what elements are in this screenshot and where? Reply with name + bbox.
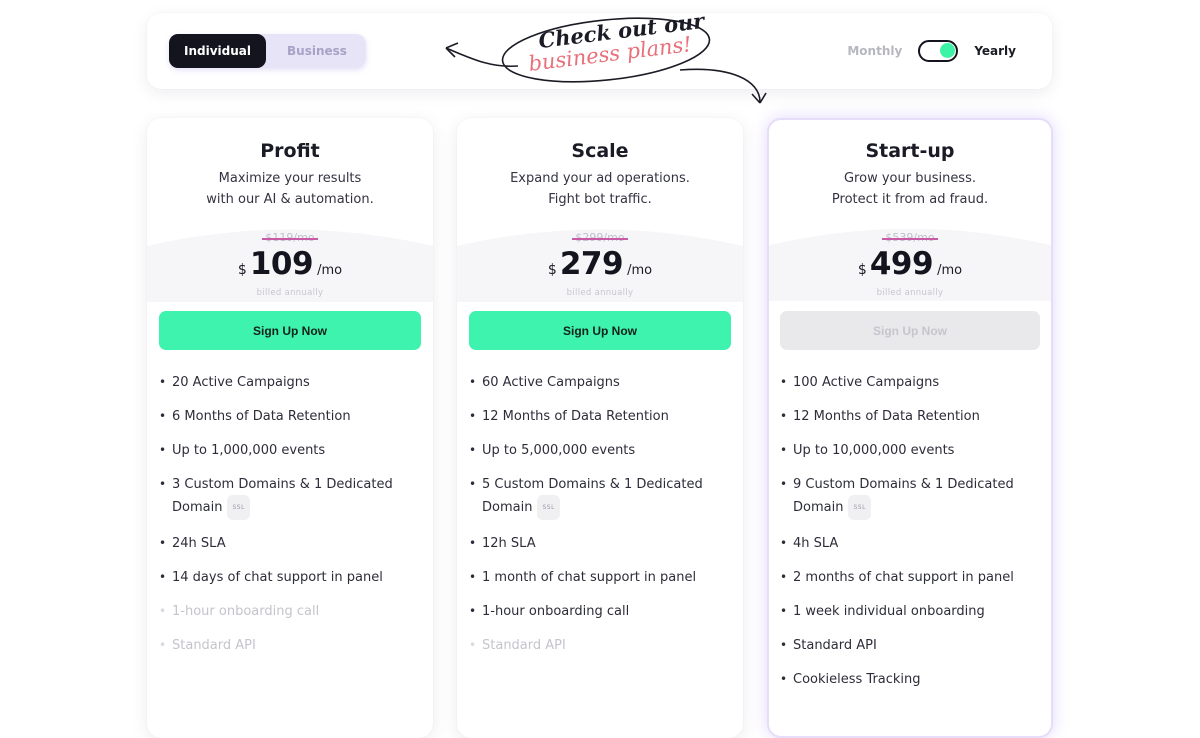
plan-description-line2: Fight bot traffic. xyxy=(548,192,652,207)
feature-item: 1 week individual onboarding xyxy=(780,601,1039,622)
feature-item: 24h SLA xyxy=(159,533,421,554)
sign-up-button[interactable]: Sign Up Now xyxy=(159,311,421,350)
price-period: /mo xyxy=(317,263,343,278)
currency-symbol: $ xyxy=(237,262,247,278)
feature-item: 1 month of chat support in panel xyxy=(469,567,731,588)
feature-text: 9 Custom Domains & 1 Dedicated Domain xyxy=(793,477,1014,515)
plan-description-line2: with our AI & automation. xyxy=(206,192,374,207)
feature-item-unavailable: 1-hour onboarding call xyxy=(159,601,421,622)
billed-note: billed annually xyxy=(876,288,944,298)
billing-switch[interactable] xyxy=(918,40,959,62)
original-price-text: $299/mo xyxy=(575,231,625,244)
billing-period-toggle: Monthly Yearly xyxy=(847,38,1016,64)
feature-item: 60 Active Campaigns xyxy=(469,372,731,393)
monthly-label[interactable]: Monthly xyxy=(847,44,902,58)
feature-item: Up to 10,000,000 events xyxy=(780,440,1039,461)
feature-item-unavailable: Standard API xyxy=(159,635,421,656)
plan-name: Profit xyxy=(260,140,320,162)
individual-tab[interactable]: Individual xyxy=(169,34,266,68)
feature-list: 20 Active Campaigns 6 Months of Data Ret… xyxy=(159,372,421,669)
plan-description-line1: Grow your business. xyxy=(843,171,976,186)
price-amount: 499 xyxy=(869,246,934,282)
original-price-text: $119/mo xyxy=(265,231,315,244)
price: $ 279 /mo xyxy=(457,246,743,282)
feature-item: 4h SLA xyxy=(780,533,1039,554)
original-price-text: $539/mo xyxy=(885,231,935,244)
price-period: /mo xyxy=(937,263,963,278)
feature-text: 5 Custom Domains & 1 Dedicated Domain xyxy=(482,477,703,515)
feature-list: 100 Active Campaigns 12 Months of Data R… xyxy=(780,372,1039,703)
feature-item: 14 days of chat support in panel xyxy=(159,567,421,588)
feature-item: Up to 1,000,000 events xyxy=(159,440,421,461)
ssl-badge: SSL xyxy=(537,495,560,520)
price-amount: 109 xyxy=(249,246,314,282)
feature-item: 9 Custom Domains & 1 Dedicated DomainSSL xyxy=(780,474,1039,520)
plan-card-start-up: Start-up Grow your business. Protect it … xyxy=(767,118,1053,738)
feature-item: 3 Custom Domains & 1 Dedicated DomainSSL xyxy=(159,474,421,520)
feature-item: Standard API xyxy=(780,635,1039,656)
plan-name: Scale xyxy=(571,140,629,162)
ssl-badge: SSL xyxy=(848,495,871,520)
switch-knob xyxy=(940,43,956,58)
plan-description-line2: Protect it from ad fraud. xyxy=(831,192,989,207)
down-arrow-icon xyxy=(679,68,761,103)
feature-item: 100 Active Campaigns xyxy=(780,372,1039,393)
price: $ 499 /mo xyxy=(769,246,1051,282)
feature-item: 12 Months of Data Retention xyxy=(469,406,731,427)
currency-symbol: $ xyxy=(857,262,867,278)
business-tab[interactable]: Business xyxy=(268,34,366,68)
original-price: $539/mo xyxy=(769,231,1051,244)
sign-up-button[interactable]: Sign Up Now xyxy=(469,311,731,350)
price: $ 109 /mo xyxy=(147,246,433,282)
plan-description-line1: Maximize your results xyxy=(218,171,362,186)
billed-note: billed annually xyxy=(566,288,634,298)
plan-card-scale: Scale Expand your ad operations. Fight b… xyxy=(457,118,743,738)
feature-item: 20 Active Campaigns xyxy=(159,372,421,393)
feature-item: 6 Months of Data Retention xyxy=(159,406,421,427)
price-period: /mo xyxy=(627,263,653,278)
feature-item: Cookieless Tracking xyxy=(780,669,1039,690)
ssl-badge: SSL xyxy=(227,495,250,520)
feature-item: 5 Custom Domains & 1 Dedicated DomainSSL xyxy=(469,474,731,520)
yearly-label[interactable]: Yearly xyxy=(974,44,1016,58)
plan-description-line1: Expand your ad operations. xyxy=(510,171,690,186)
original-price: $119/mo xyxy=(147,231,433,244)
price-amount: 279 xyxy=(559,246,624,282)
feature-item: 12h SLA xyxy=(469,533,731,554)
feature-item-unavailable: Standard API xyxy=(469,635,731,656)
plan-type-toggle: Individual Business xyxy=(169,34,366,68)
plan-name: Start-up xyxy=(865,140,955,162)
feature-item: Up to 5,000,000 events xyxy=(469,440,731,461)
plan-card-profit: Profit Maximize your results with our AI… xyxy=(147,118,433,738)
billed-note: billed annually xyxy=(256,288,324,298)
feature-item: 2 months of chat support in panel xyxy=(780,567,1039,588)
feature-list: 60 Active Campaigns 12 Months of Data Re… xyxy=(469,372,731,669)
currency-symbol: $ xyxy=(547,262,557,278)
feature-item: 12 Months of Data Retention xyxy=(780,406,1039,427)
feature-item: 1-hour onboarding call xyxy=(469,601,731,622)
sign-up-button[interactable]: Sign Up Now xyxy=(780,311,1040,350)
original-price: $299/mo xyxy=(457,231,743,244)
feature-text: 3 Custom Domains & 1 Dedicated Domain xyxy=(172,477,393,515)
